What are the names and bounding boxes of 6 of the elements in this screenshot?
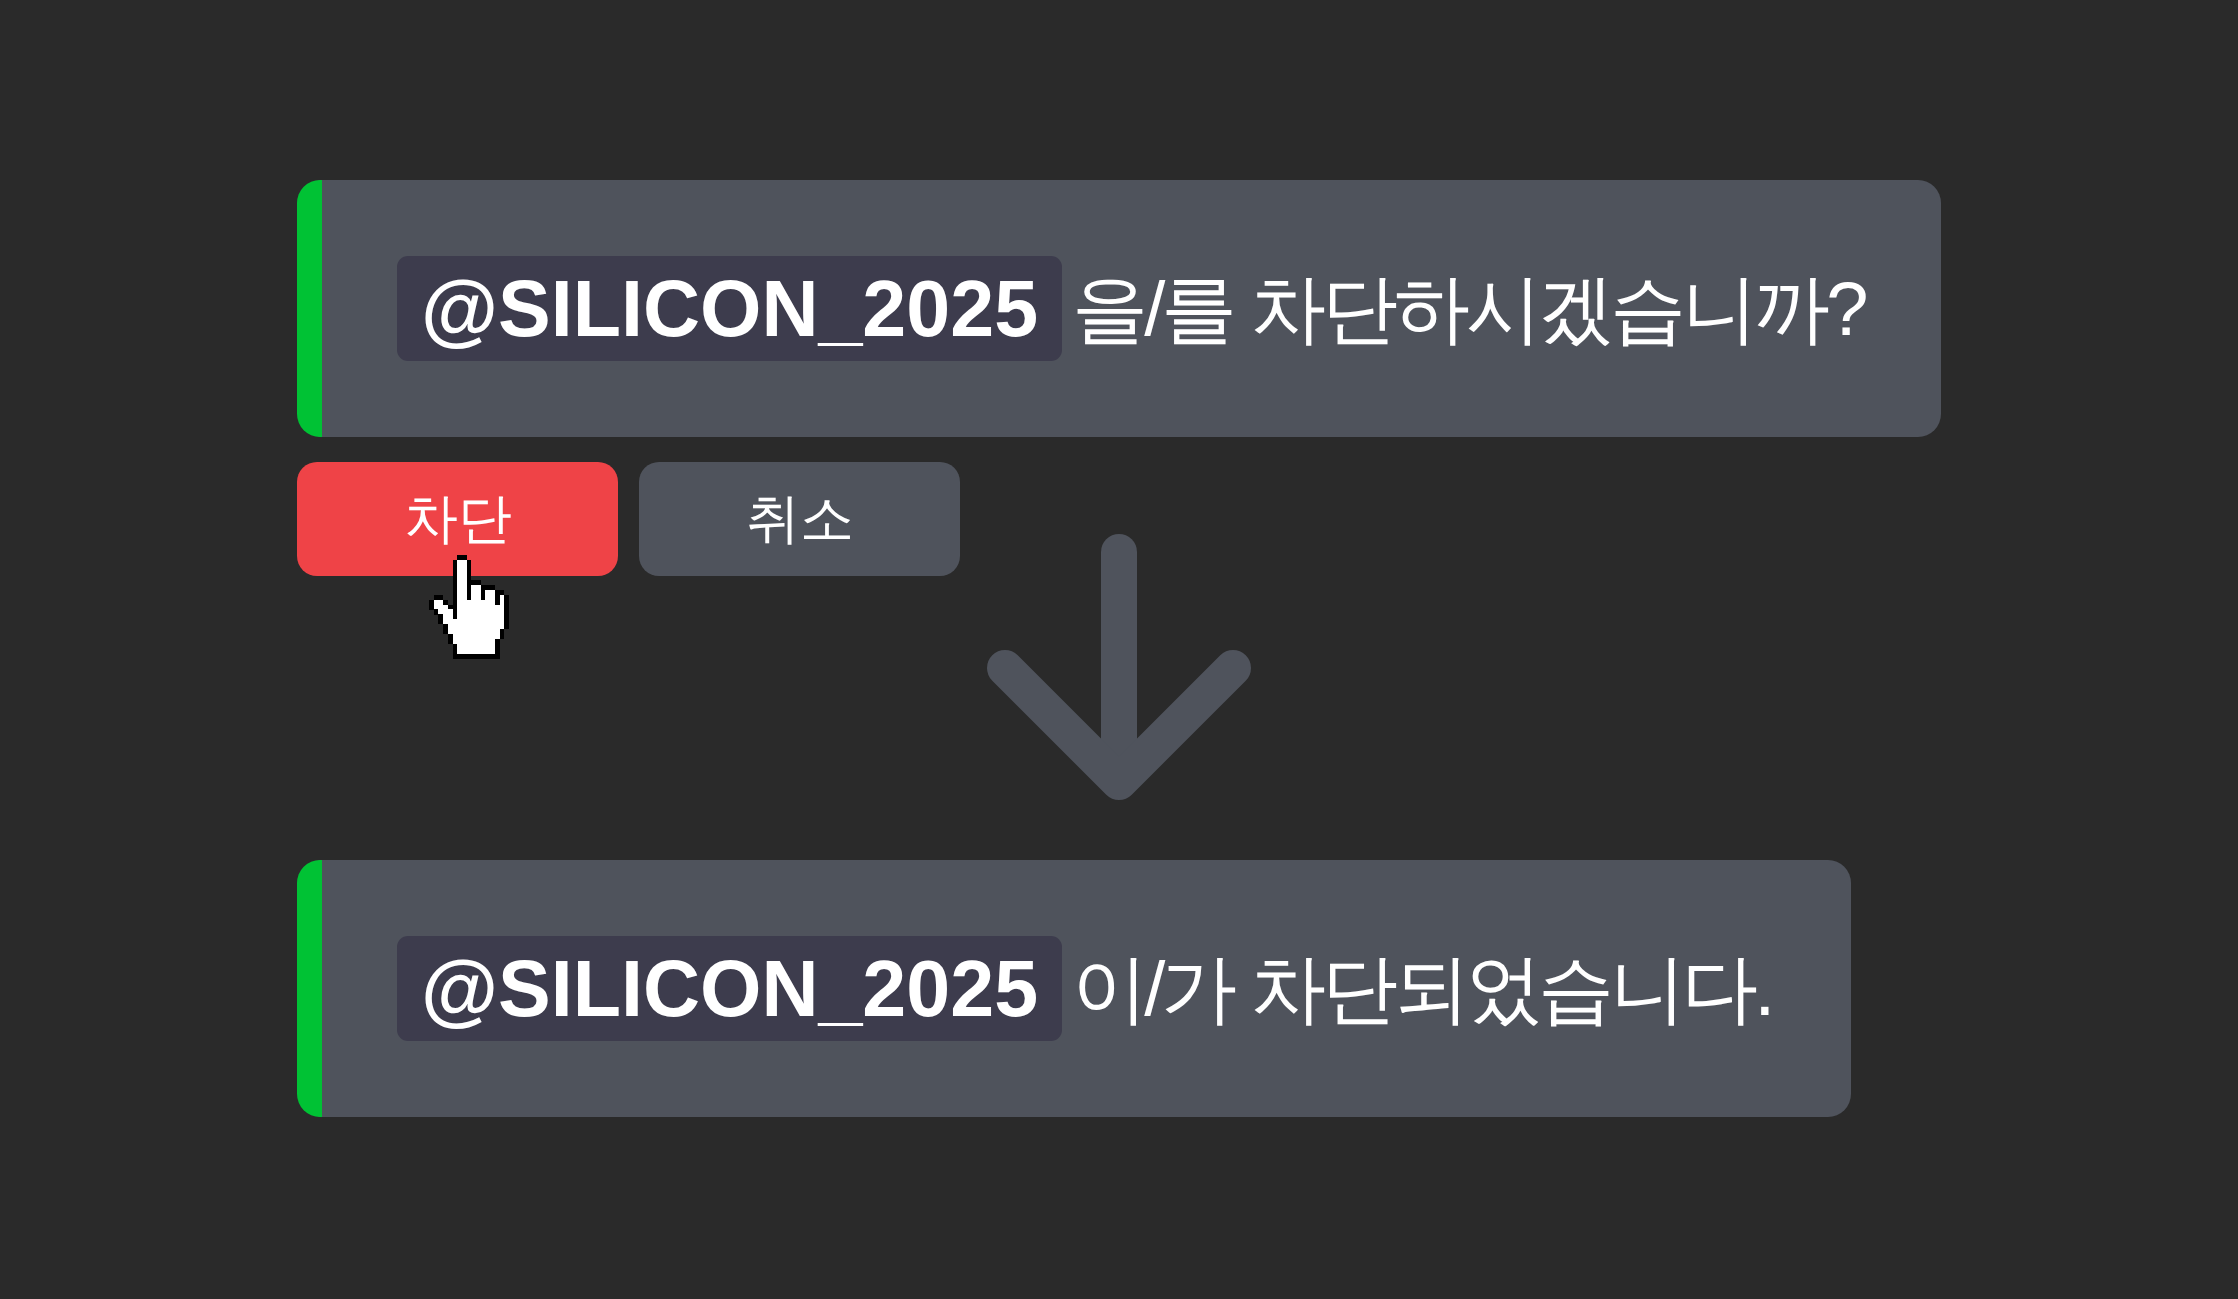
message-text: 을/를 차단하시겠습니까? [1072,264,1865,353]
cancel-button[interactable]: 취소 [639,462,960,576]
message-text: 이/가 차단되었습니다. [1072,944,1772,1033]
block-button[interactable]: 차단 [297,462,618,576]
mention-chip: @SILICON_2025 [397,936,1063,1041]
mention-chip: @SILICON_2025 [397,256,1063,361]
